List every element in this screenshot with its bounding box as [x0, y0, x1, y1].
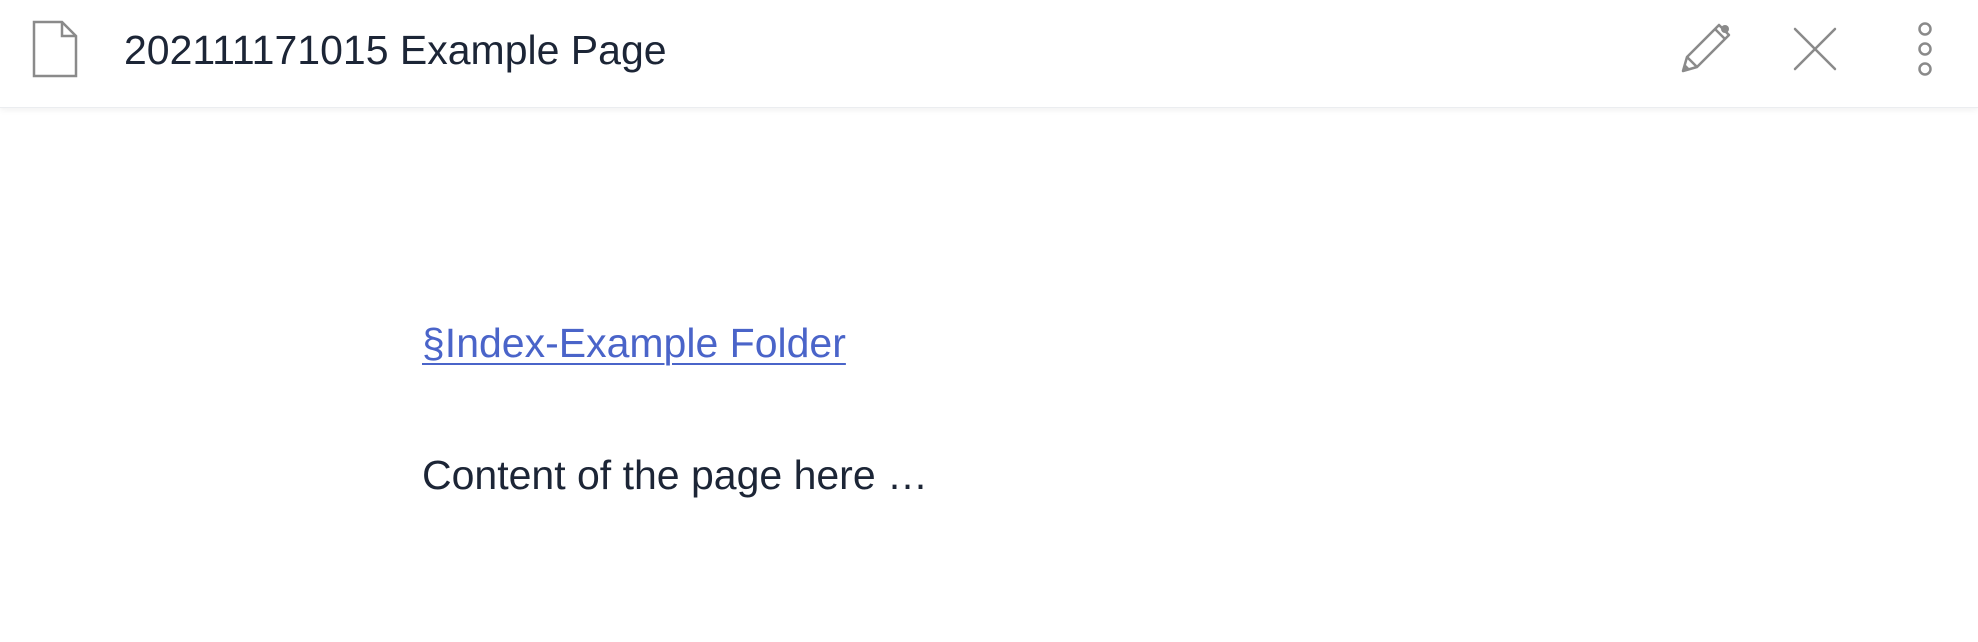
close-button[interactable] [1778, 14, 1852, 88]
more-options-button[interactable] [1888, 14, 1962, 88]
index-folder-link[interactable]: §Index-Example Folder [422, 314, 846, 372]
page-content: §Index-Example Folder Content of the pag… [422, 314, 1822, 504]
page-title: 202111171015 Example Page [124, 27, 667, 73]
page-body-text: Content of the page here … [422, 452, 929, 498]
page-header: 202111171015 Example Page [0, 0, 1978, 108]
pencil-icon [1675, 19, 1735, 84]
edit-button[interactable] [1668, 14, 1742, 88]
close-icon [1791, 25, 1839, 78]
more-vertical-icon [1915, 21, 1935, 82]
document-icon [32, 20, 78, 78]
